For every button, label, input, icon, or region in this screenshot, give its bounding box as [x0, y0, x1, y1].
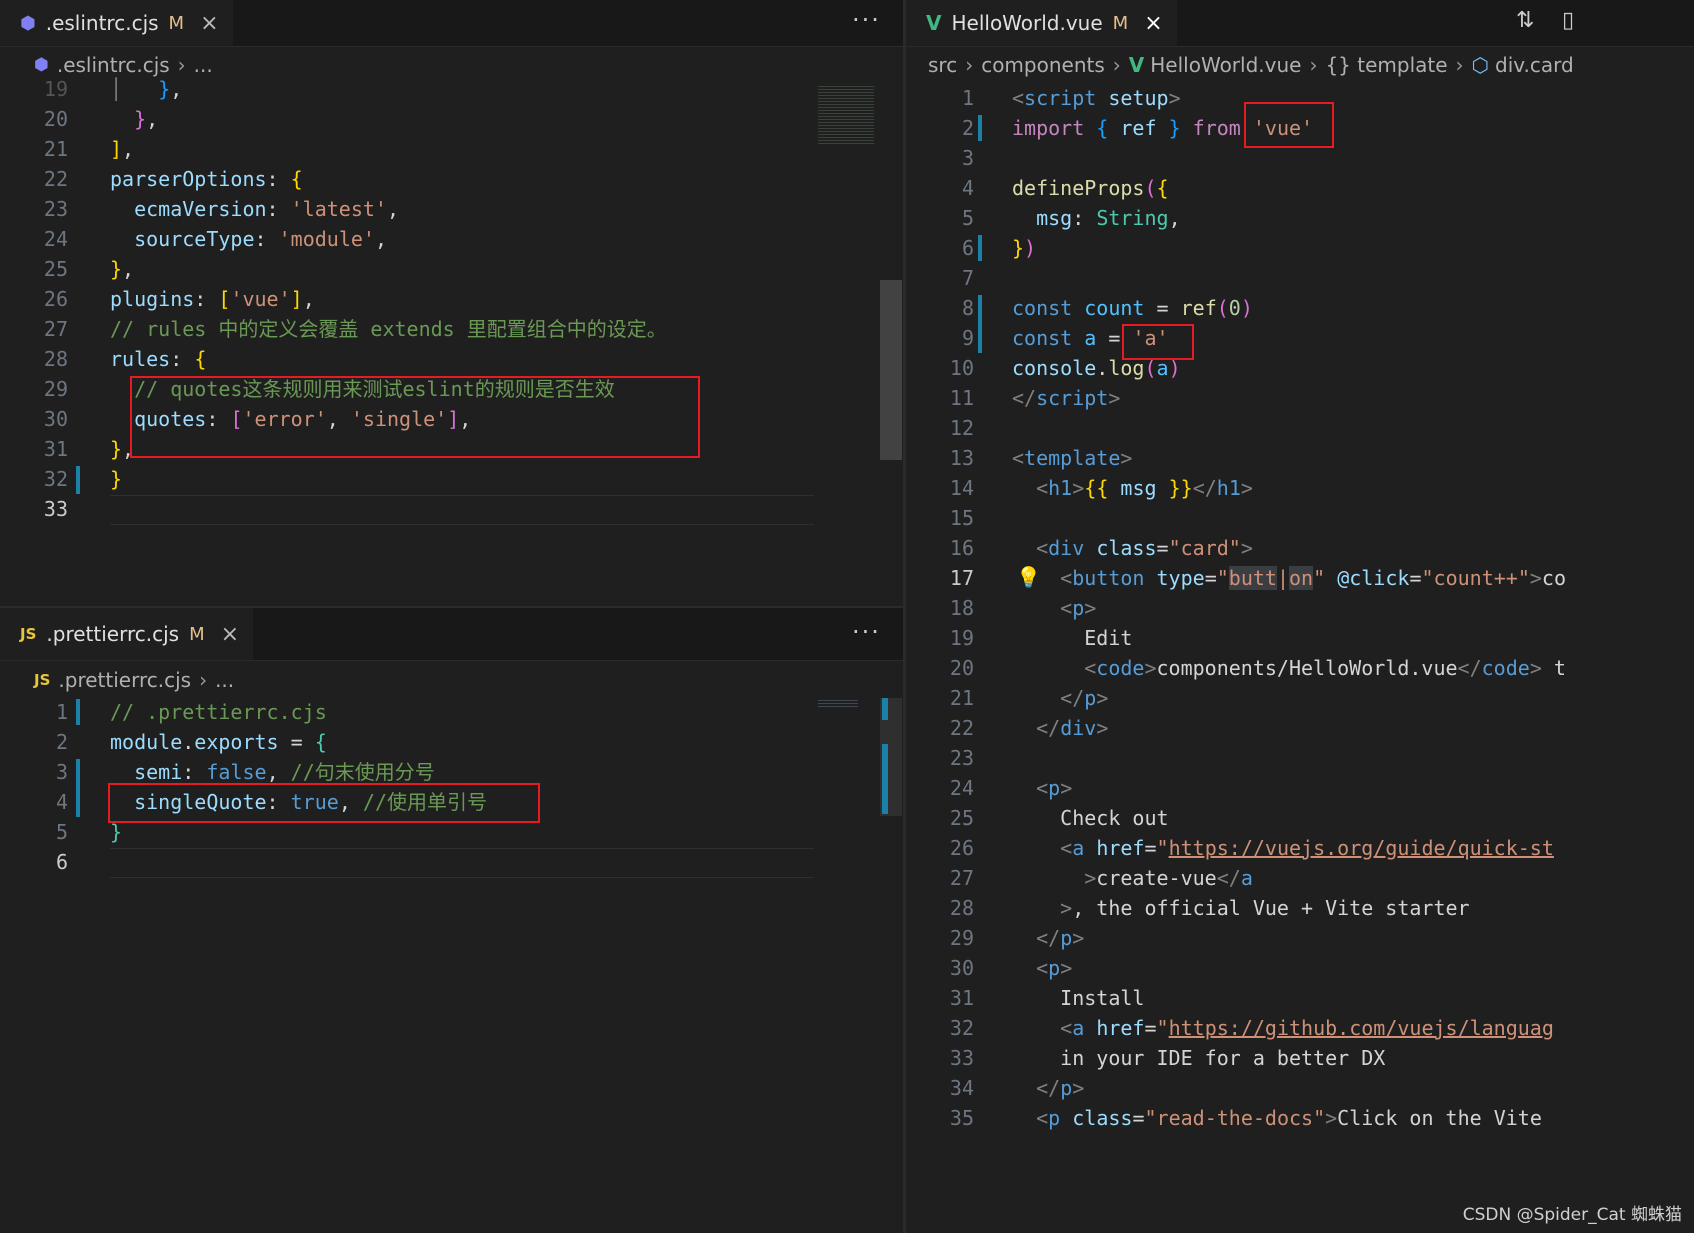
editor-tab-bar: JS .prettierrc.cjs M × ···	[0, 608, 903, 661]
cube-icon: ⬡	[1471, 53, 1490, 77]
breadcrumb-components[interactable]: components	[981, 53, 1105, 77]
minimap[interactable]	[818, 698, 858, 708]
editor-tab-bar: ⬢ .eslintrc.cjs M × ···	[0, 0, 903, 47]
code-editor[interactable]: 19 │ }, 20 }, 21], 22 parserOptions: { 23 …	[0, 74, 903, 606]
more-actions-icon[interactable]: ···	[852, 6, 881, 34]
code-editor[interactable]: 1// .prettierrc.cjs 2 module.exports = { …	[0, 697, 903, 1233]
chevron-right-icon: ›	[965, 53, 974, 77]
highlight-box	[1244, 102, 1334, 148]
code-editor[interactable]: 1 <script setup> 2 import { ref } from 'vu…	[906, 83, 1694, 1233]
git-change-marker	[978, 115, 982, 141]
more-actions-icon[interactable]: ···	[852, 618, 881, 646]
git-change-marker	[76, 466, 80, 494]
git-change-marker	[978, 295, 982, 353]
eslint-icon: ⬢	[34, 55, 49, 75]
eslint-icon: ⬢	[20, 12, 36, 34]
js-file-icon: JS	[20, 625, 37, 643]
tab-helloworld[interactable]: V HelloWorld.vue M ×	[906, 0, 1177, 46]
compare-changes-icon[interactable]: ⇅	[1516, 8, 1534, 33]
split-editor-icon[interactable]: ▯	[1562, 8, 1574, 33]
chevron-right-icon: ›	[1455, 53, 1464, 77]
js-file-icon: JS	[34, 671, 51, 689]
vue-icon: V	[1128, 53, 1145, 77]
git-change-marker	[978, 235, 982, 261]
breadcrumb: src › components › V HelloWorld.vue › {}…	[906, 47, 1694, 83]
close-icon[interactable]: ×	[1144, 11, 1162, 36]
breadcrumb-more[interactable]: ...	[215, 668, 234, 692]
tab-filename: .eslintrc.cjs	[45, 11, 159, 35]
breadcrumb-div-card[interactable]: div.card	[1495, 53, 1574, 77]
close-icon[interactable]: ×	[221, 622, 239, 647]
tab-filename: HelloWorld.vue	[951, 11, 1103, 35]
lightbulb-icon[interactable]: 💡	[1016, 565, 1041, 589]
breadcrumb-file[interactable]: .prettierrc.cjs	[58, 668, 191, 692]
minimap[interactable]	[818, 84, 874, 144]
vue-icon: V	[926, 11, 942, 35]
eslintrc-editor-pane: ⬢ .eslintrc.cjs M × ··· ⬢ .eslintrc.cjs …	[0, 0, 903, 606]
modified-indicator: M	[1112, 12, 1129, 34]
modified-indicator: M	[189, 623, 205, 645]
current-line-highlight	[110, 495, 814, 525]
chevron-right-icon: ›	[199, 668, 208, 692]
close-icon[interactable]: ×	[200, 11, 218, 36]
scrollbar-change-marker	[882, 698, 888, 720]
breadcrumb-file[interactable]: HelloWorld.vue	[1150, 53, 1301, 77]
tab-filename: .prettierrc.cjs	[46, 622, 180, 646]
editor-tab-bar: V HelloWorld.vue M × ⇅ ▯	[906, 0, 1694, 47]
highlight-box	[130, 376, 700, 458]
helloworld-editor-pane: V HelloWorld.vue M × ⇅ ▯ src › component…	[906, 0, 1694, 1233]
tab-eslintrc[interactable]: ⬢ .eslintrc.cjs M ×	[0, 0, 233, 46]
prettierrc-editor-pane: JS .prettierrc.cjs M × ··· JS .prettierr…	[0, 608, 903, 1233]
watermark: CSDN @Spider_Cat 蜘蛛猫	[1462, 1205, 1682, 1225]
modified-indicator: M	[168, 12, 185, 34]
scrollbar[interactable]	[880, 280, 902, 460]
breadcrumb-src[interactable]: src	[928, 53, 957, 77]
current-line-highlight	[110, 848, 814, 878]
highlight-box	[1122, 324, 1194, 360]
breadcrumb: JS .prettierrc.cjs › ...	[0, 662, 903, 698]
chevron-right-icon: ›	[1112, 53, 1121, 77]
git-change-marker	[76, 759, 80, 817]
highlight-box	[108, 783, 540, 823]
scrollbar-change-marker	[882, 744, 888, 814]
git-change-marker	[76, 699, 80, 725]
breadcrumb-template[interactable]: {} template	[1325, 53, 1447, 77]
chevron-right-icon: ›	[1309, 53, 1318, 77]
tab-prettierrc[interactable]: JS .prettierrc.cjs M ×	[0, 608, 254, 660]
